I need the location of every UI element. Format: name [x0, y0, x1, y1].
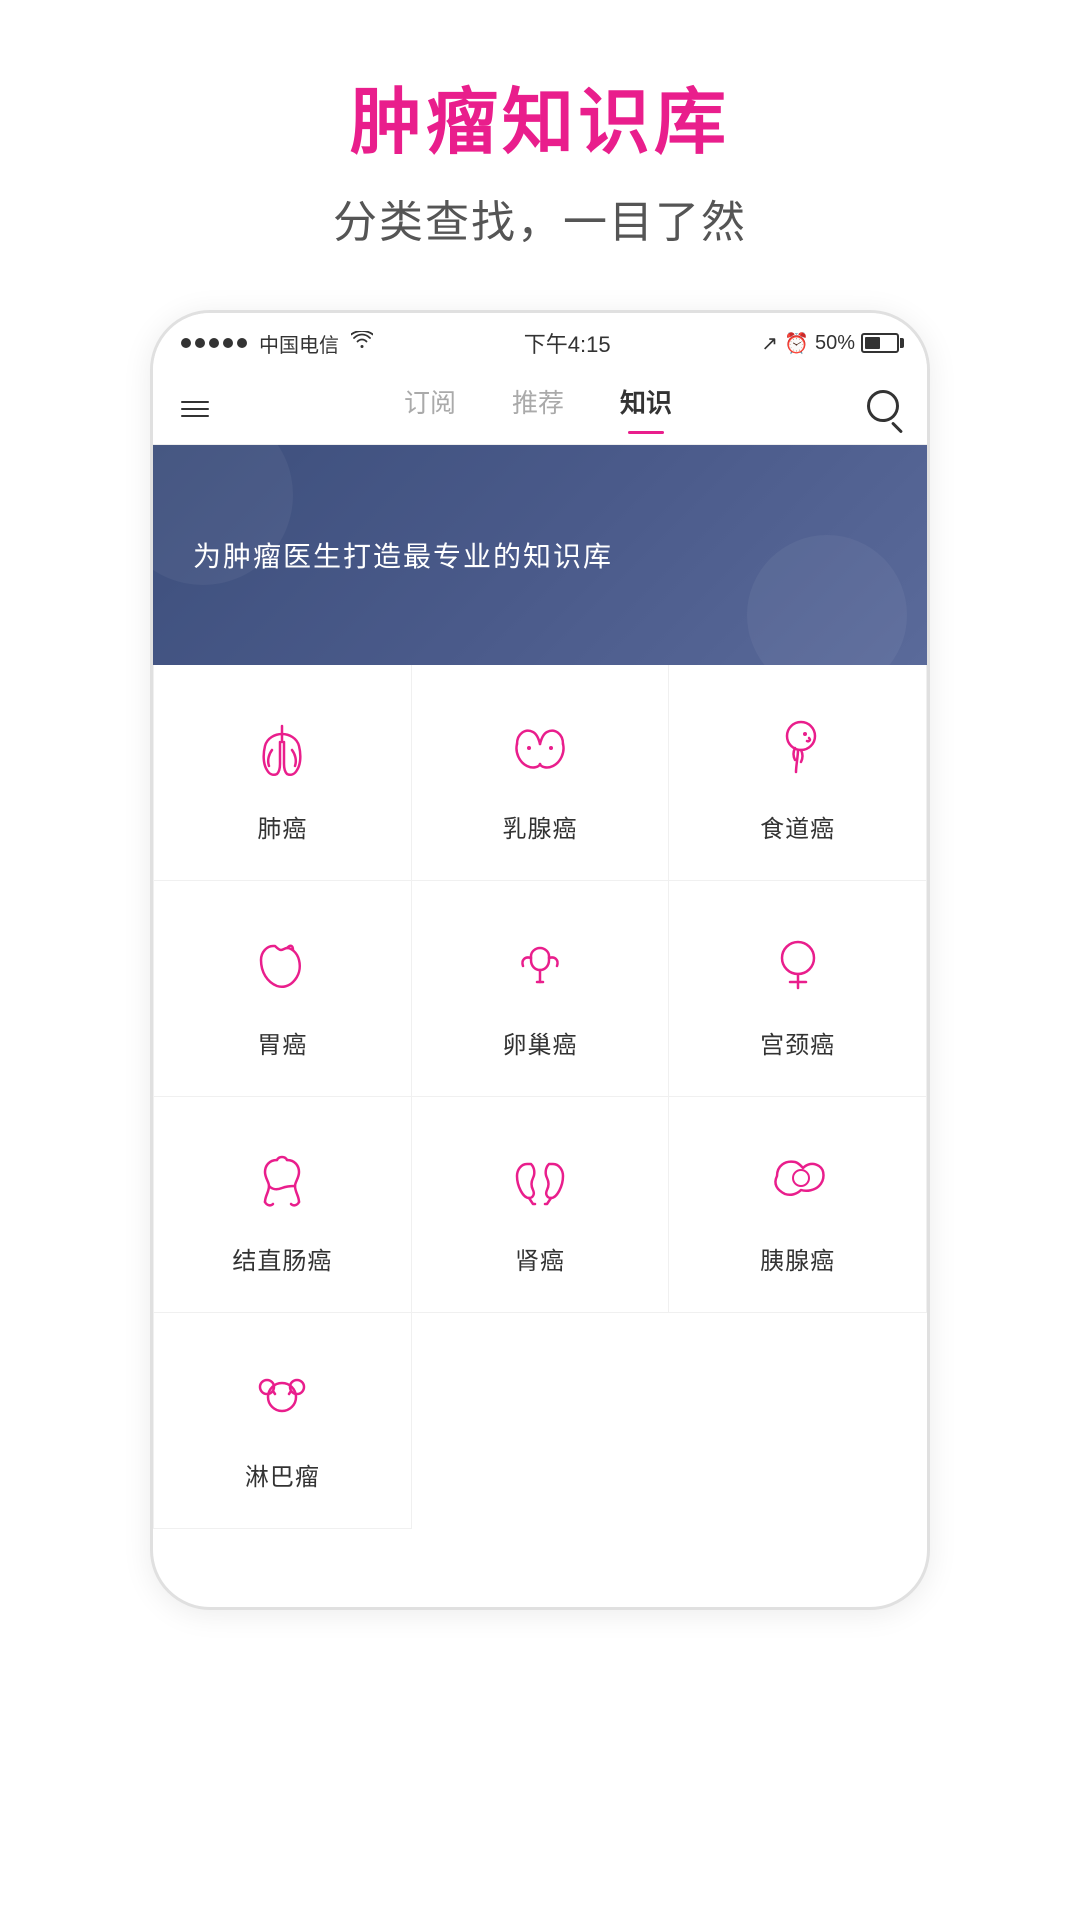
page-subtitle: 分类查找，一目了然	[333, 186, 747, 250]
grid-label-esophagus: 食道癌	[760, 809, 835, 844]
banner: 为肿瘤医生打造最专业的知识库	[153, 445, 927, 665]
stomach-icon	[242, 925, 322, 1005]
breast-icon	[500, 709, 580, 789]
colon-icon	[242, 1141, 322, 1221]
grid-label-pancreas: 胰腺癌	[760, 1241, 835, 1276]
signal-dots	[181, 338, 247, 348]
tab-subscribe[interactable]: 订阅	[376, 383, 484, 434]
grid-item-stomach[interactable]: 胃癌	[154, 881, 412, 1097]
carrier-label: 中国电信	[259, 329, 339, 358]
alarm-icon: ⏰	[784, 331, 809, 356]
banner-text: 为肿瘤医生打造最专业的知识库	[193, 535, 613, 575]
grid-item-pancreas[interactable]: 胰腺癌	[669, 1097, 927, 1313]
battery-icon	[861, 333, 899, 353]
lymph-icon	[242, 1357, 322, 1437]
status-bar: 中国电信 下午4:15 ↗ ⏰ 50%	[153, 313, 927, 373]
tab-recommend[interactable]: 推荐	[484, 383, 592, 434]
status-time: 下午4:15	[524, 327, 611, 359]
grid-label-lymph: 淋巴瘤	[245, 1457, 320, 1492]
grid-label-stomach: 胃癌	[257, 1025, 307, 1060]
grid-item-colon[interactable]: 结直肠癌	[154, 1097, 412, 1313]
menu-button[interactable]	[181, 401, 209, 417]
search-icon	[867, 390, 899, 422]
pancreas-icon	[758, 1141, 838, 1221]
wifi-icon	[351, 331, 373, 355]
cervix-icon	[758, 925, 838, 1005]
grid-item-cervix[interactable]: 宫颈癌	[669, 881, 927, 1097]
grid-label-lung: 肺癌	[257, 809, 307, 844]
search-button[interactable]	[867, 390, 899, 427]
grid-label-breast: 乳腺癌	[502, 809, 577, 844]
grid-item-breast[interactable]: 乳腺癌	[412, 665, 670, 881]
nav-tabs: 订阅 推荐 知识	[153, 373, 927, 445]
status-left: 中国电信	[181, 329, 373, 358]
grid-item-kidney[interactable]: 肾癌	[412, 1097, 670, 1313]
tab-knowledge[interactable]: 知识	[592, 383, 700, 434]
grid-item-esophagus[interactable]: 食道癌	[669, 665, 927, 881]
esophagus-icon	[758, 709, 838, 789]
grid-item-lymph[interactable]: 淋巴瘤	[154, 1313, 412, 1529]
battery-percent: 50%	[815, 332, 855, 355]
kidney-icon	[500, 1141, 580, 1221]
cancer-grid: 肺癌 乳腺癌	[153, 665, 927, 1529]
phone-frame: 中国电信 下午4:15 ↗ ⏰ 50% 订阅	[150, 310, 930, 1610]
ovary-icon	[500, 925, 580, 1005]
nav-tabs-center: 订阅 推荐 知识	[376, 383, 700, 434]
grid-label-kidney: 肾癌	[515, 1241, 565, 1276]
grid-label-colon: 结直肠癌	[232, 1241, 332, 1276]
location-icon: ↗	[761, 331, 778, 356]
page-title: 肿瘤知识库	[333, 80, 747, 166]
grid-label-cervix: 宫颈癌	[760, 1025, 835, 1060]
status-right: ↗ ⏰ 50%	[761, 331, 899, 356]
page-header: 肿瘤知识库 分类查找，一目了然	[333, 80, 747, 250]
lung-icon	[242, 709, 322, 789]
grid-item-lung[interactable]: 肺癌	[154, 665, 412, 881]
grid-item-ovary[interactable]: 卵巢癌	[412, 881, 670, 1097]
grid-label-ovary: 卵巢癌	[502, 1025, 577, 1060]
